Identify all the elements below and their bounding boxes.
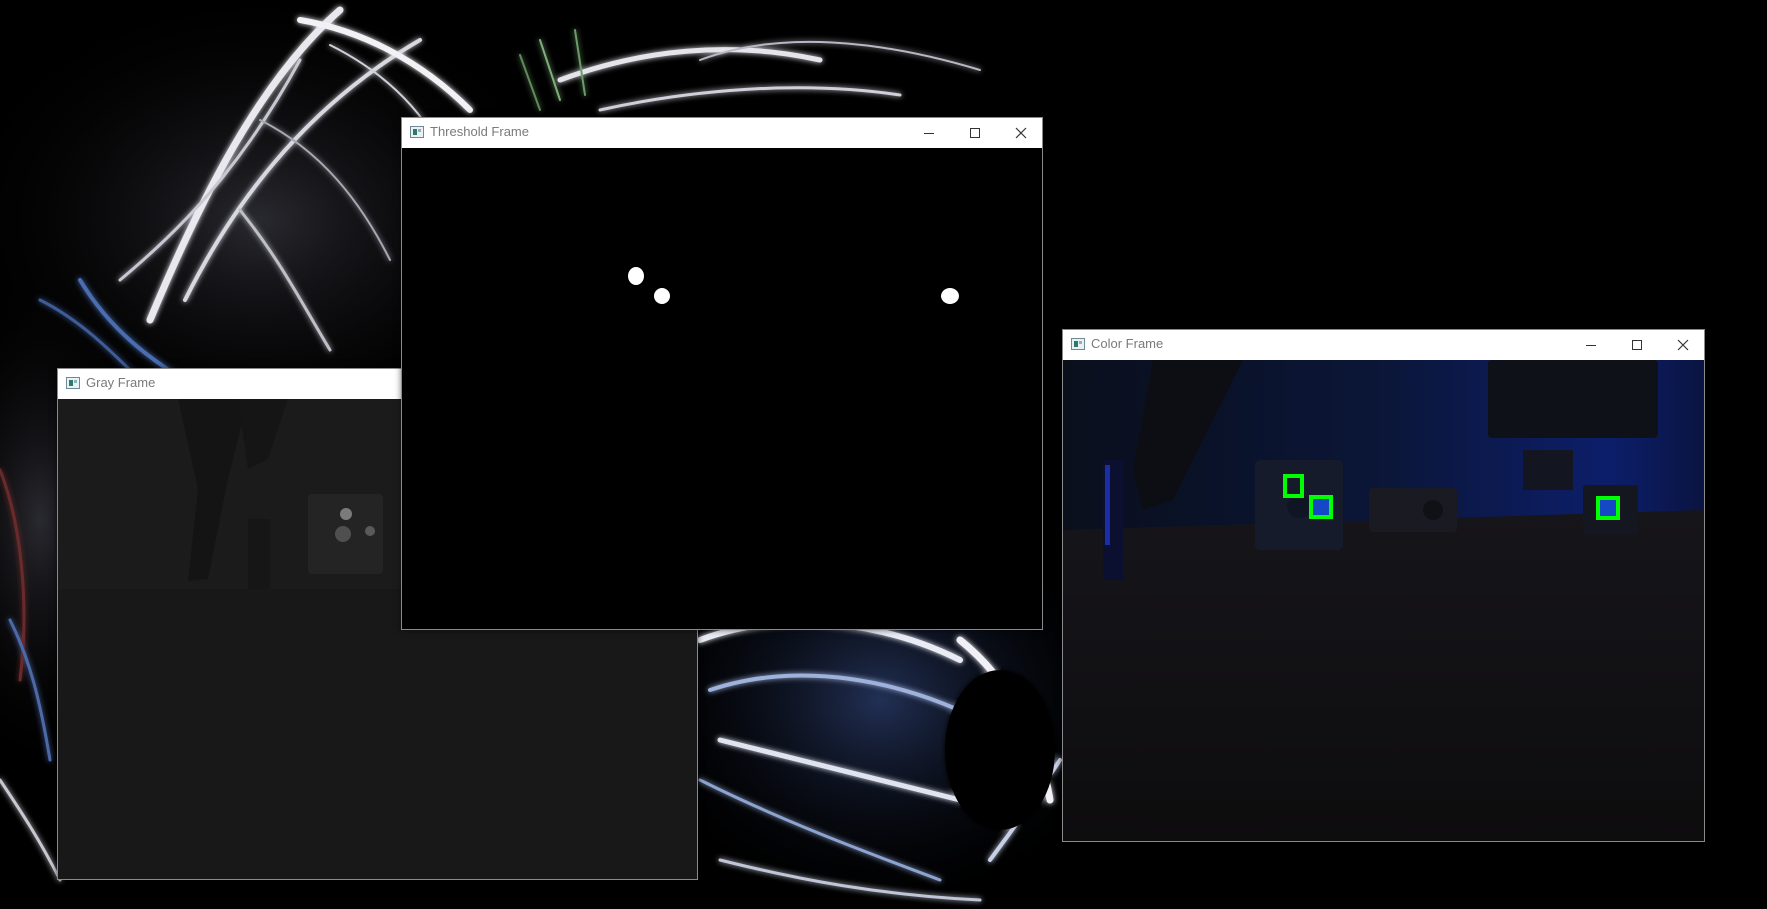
color-frame-title: Color Frame bbox=[1091, 336, 1164, 351]
opencv-window-icon bbox=[410, 126, 424, 138]
minimize-icon bbox=[924, 133, 934, 134]
opencv-window-icon bbox=[66, 377, 80, 389]
color-frame-titlebar[interactable]: Color Frame bbox=[1063, 330, 1704, 360]
color-frame-image bbox=[1063, 360, 1704, 841]
threshold-blob bbox=[941, 288, 959, 304]
detection-box bbox=[1309, 495, 1333, 519]
maximize-icon bbox=[1632, 340, 1642, 350]
opencv-window-icon bbox=[1071, 338, 1085, 350]
minimize-button[interactable] bbox=[1568, 330, 1614, 360]
color-frame-window[interactable]: Color Frame bbox=[1062, 329, 1705, 842]
close-icon bbox=[1677, 339, 1689, 351]
minimize-button[interactable] bbox=[906, 118, 952, 148]
detection-box bbox=[1596, 496, 1620, 520]
threshold-frame-title: Threshold Frame bbox=[430, 124, 529, 139]
threshold-blob bbox=[654, 288, 670, 304]
threshold-frame-image bbox=[402, 148, 1042, 629]
close-button[interactable] bbox=[1660, 330, 1706, 360]
maximize-button[interactable] bbox=[952, 118, 998, 148]
close-icon bbox=[1015, 127, 1027, 139]
threshold-frame-window[interactable]: Threshold Frame bbox=[401, 117, 1043, 630]
gray-frame-title: Gray Frame bbox=[86, 375, 156, 390]
maximize-button[interactable] bbox=[1614, 330, 1660, 360]
minimize-icon bbox=[1586, 345, 1596, 346]
close-button[interactable] bbox=[998, 118, 1044, 148]
threshold-frame-titlebar[interactable]: Threshold Frame bbox=[402, 118, 1042, 148]
threshold-blob bbox=[628, 267, 644, 285]
maximize-icon bbox=[970, 128, 980, 138]
